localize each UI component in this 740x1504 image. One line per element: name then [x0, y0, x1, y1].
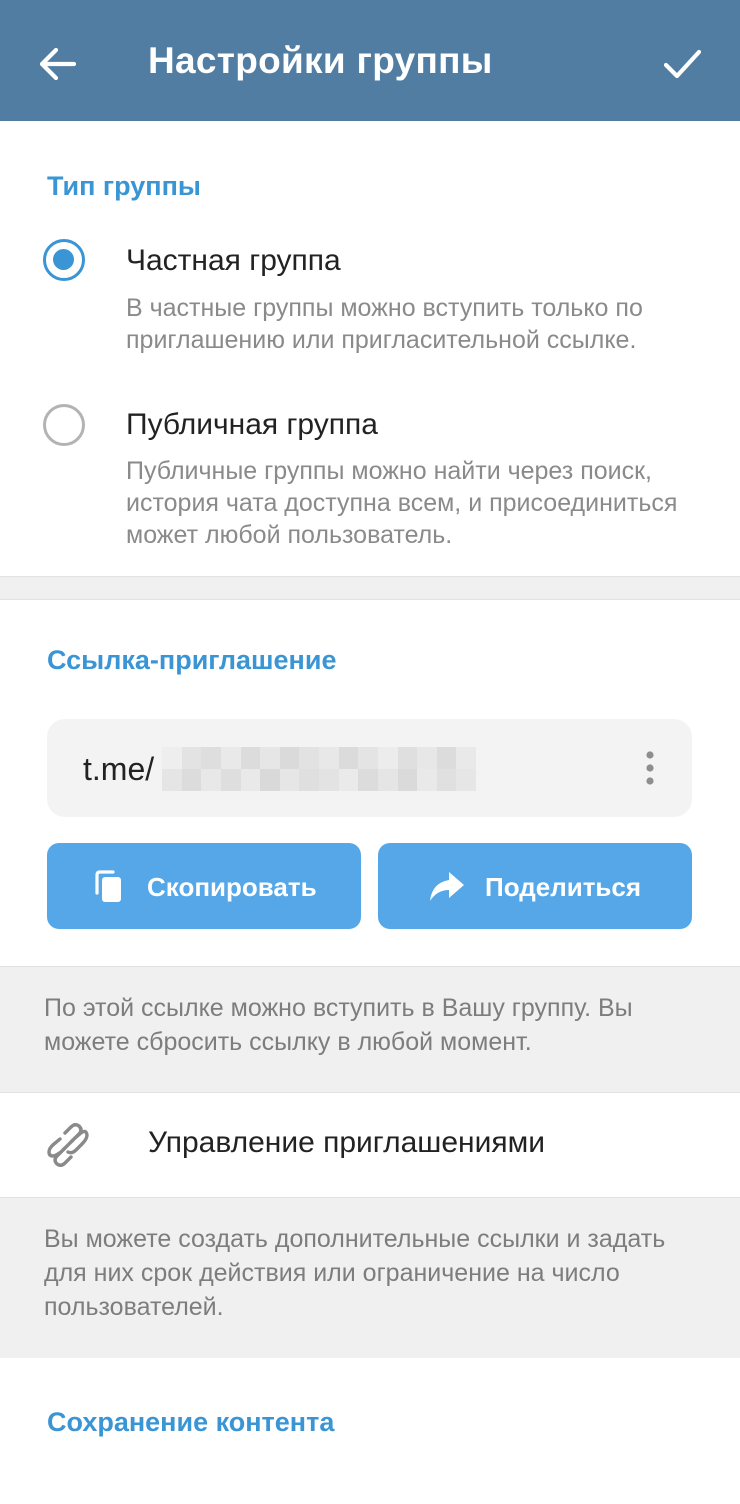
obscured-link-blur [162, 747, 476, 791]
copy-link-button[interactable]: Скопировать [47, 843, 361, 929]
invite-link-field[interactable]: t.me/ [47, 719, 692, 817]
radio-selected-icon[interactable] [43, 239, 85, 281]
invite-link-hint-band: По этой ссылке можно вступить в Вашу гру… [0, 966, 740, 1093]
share-arrow-icon [428, 869, 464, 905]
share-link-button[interactable]: Поделиться [378, 843, 692, 929]
checkmark-icon[interactable] [658, 40, 706, 88]
page-title: Настройки группы [148, 40, 493, 81]
manage-invites-label: Управление приглашениями [148, 1126, 545, 1159]
private-group-option[interactable]: Частная группа В частные группы можно вс… [0, 236, 740, 361]
section-divider [0, 576, 740, 600]
invite-link-text: t.me/ [83, 751, 155, 787]
manage-invites-row[interactable]: Управление приглашениями [0, 1093, 740, 1197]
private-group-description: В частные группы можно вступить только п… [126, 294, 643, 354]
content-saving-section-title: Сохранение контента [47, 1407, 335, 1437]
public-group-description: Публичные группы можно найти через поиск… [126, 457, 678, 549]
invite-link-section-title: Ссылка-приглашение [47, 645, 337, 675]
copy-button-label: Скопировать [147, 872, 317, 902]
copy-icon [91, 869, 127, 905]
manage-invites-hint: Вы можете создать дополнительные ссылки … [44, 1225, 666, 1321]
private-group-title: Частная группа [126, 244, 341, 277]
invite-link-hint: По этой ссылке можно вступить в Вашу гру… [44, 994, 633, 1056]
radio-unselected-icon[interactable] [43, 404, 85, 446]
share-button-label: Поделиться [485, 872, 642, 902]
public-group-option[interactable]: Публичная группа Публичные группы можно … [0, 401, 740, 551]
public-group-title: Публичная группа [126, 408, 378, 441]
manage-invites-hint-band: Вы можете создать дополнительные ссылки … [0, 1197, 740, 1358]
app-bar: Настройки группы [0, 0, 740, 121]
more-vertical-icon[interactable] [635, 749, 665, 789]
arrow-left-icon[interactable] [34, 40, 82, 88]
group-type-section-title: Тип группы [47, 171, 201, 201]
link-icon [46, 1123, 90, 1167]
